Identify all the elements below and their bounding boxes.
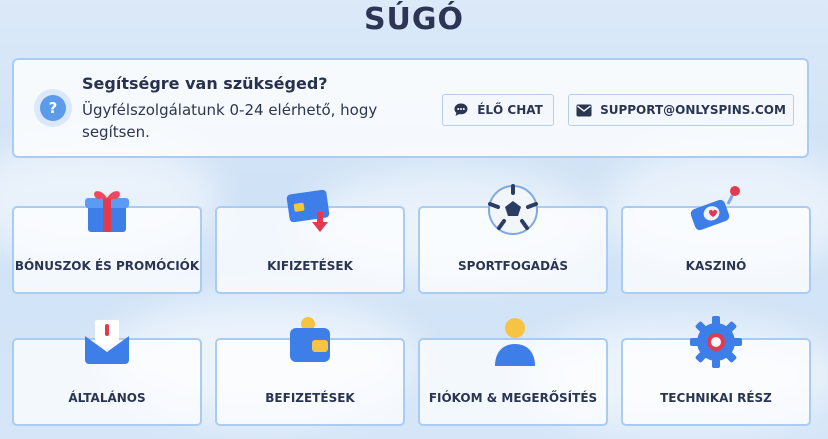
category-general[interactable]: ÁLTALÁNOS bbox=[12, 320, 202, 426]
envelope-icon bbox=[85, 320, 129, 364]
category-label: FIÓKOM & MEGERŐSÍTÉS bbox=[428, 391, 598, 405]
page-title: SÚGÓ bbox=[363, 2, 465, 37]
gear-icon bbox=[690, 316, 742, 368]
live-chat-label: ÉLŐ CHAT bbox=[477, 103, 543, 117]
category-label: KASZINÓ bbox=[685, 259, 747, 273]
question-icon: ? bbox=[34, 89, 72, 127]
email-support-button[interactable]: SUPPORT@ONLYSPINS.COM bbox=[568, 94, 794, 126]
category-casino[interactable]: KASZINÓ bbox=[621, 186, 811, 294]
category-label: ÁLTALÁNOS bbox=[68, 391, 146, 405]
category-technical[interactable]: TECHNIKAI RÉSZ bbox=[621, 316, 811, 426]
slot-machine-icon bbox=[690, 186, 740, 231]
soccer-ball-icon bbox=[488, 184, 538, 235]
live-chat-button[interactable]: ÉLŐ CHAT bbox=[442, 94, 554, 126]
category-account-verification[interactable]: FIÓKOM & MEGERŐSÍTÉS bbox=[418, 318, 608, 426]
chat-bubble-icon bbox=[454, 103, 468, 116]
gift-icon bbox=[85, 191, 129, 232]
category-sports-betting[interactable]: SPORTFOGADÁS bbox=[418, 184, 608, 294]
email-support-label: SUPPORT@ONLYSPINS.COM bbox=[600, 103, 786, 117]
category-label: BEFIZETÉSEK bbox=[265, 391, 355, 405]
credit-card-icon bbox=[286, 189, 330, 232]
category-deposits[interactable]: BEFIZETÉSEK bbox=[215, 317, 405, 426]
support-title: Segítségre van szükséged? bbox=[82, 74, 328, 93]
category-payouts[interactable]: KIFIZETÉSEK bbox=[215, 189, 405, 294]
envelope-icon bbox=[576, 104, 592, 116]
category-label: TECHNIKAI RÉSZ bbox=[660, 391, 772, 405]
wallet-icon bbox=[290, 317, 330, 362]
category-label: KIFIZETÉSEK bbox=[267, 259, 353, 273]
support-card: ? Segítségre van szükséged? Ügyfélszolgá… bbox=[12, 58, 809, 158]
category-bonuses[interactable]: BÓNUSZOK ÉS PROMÓCIÓK bbox=[12, 191, 202, 294]
category-label: BÓNUSZOK ÉS PROMÓCIÓK bbox=[14, 259, 200, 273]
support-description: Ügyfélszolgálatunk 0-24 elérhető, hogy s… bbox=[82, 101, 378, 141]
category-label: SPORTFOGADÁS bbox=[458, 259, 568, 273]
user-icon bbox=[495, 318, 535, 366]
